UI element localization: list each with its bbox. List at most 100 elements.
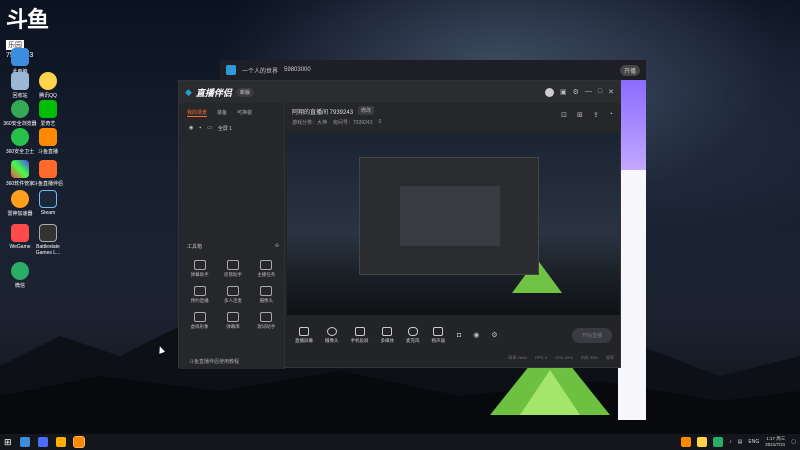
browser-count: 59803000 bbox=[284, 67, 311, 73]
desktop-icon-steam[interactable]: Steam bbox=[30, 190, 66, 216]
wegame-icon bbox=[11, 224, 29, 242]
monitor-icon: ▭ bbox=[207, 125, 212, 131]
toolbox-more-icon[interactable]: ⊝ bbox=[275, 243, 279, 250]
desktop-icon-qq[interactable]: 腾讯QQ bbox=[30, 72, 66, 99]
desktop-icon-douyu-assistant[interactable]: 斗鱼直播伴侣 bbox=[30, 160, 66, 187]
mic-link-icon bbox=[226, 286, 239, 296]
tab-outfits[interactable]: 可换装 bbox=[237, 109, 252, 117]
start-windows-icon[interactable]: ⊞ bbox=[4, 437, 12, 448]
source-label: 扬声器 bbox=[431, 337, 446, 343]
sidebar-tabs: 我的场景 装备 可换装 bbox=[179, 103, 284, 123]
desktop-icon-wechat[interactable]: 微信 bbox=[2, 262, 38, 289]
taskbar-app-folder-icon[interactable] bbox=[55, 437, 66, 447]
shop-icon[interactable]: ⊞ bbox=[577, 111, 583, 119]
network-icon[interactable]: ▤ bbox=[738, 439, 743, 445]
speaker-button[interactable]: 扬声器 bbox=[431, 326, 446, 344]
live-assistant-window: ◆ 直播伴侣 新版 ▣ ⚙ — □ ✕ 我的场景 装备 可换装 ◉ ▪ ▭ 全屏… bbox=[178, 80, 621, 369]
minimize-icon[interactable]: — bbox=[585, 88, 592, 97]
desktop-icon-label: 微信 bbox=[14, 283, 25, 289]
version-pill[interactable]: 新版 bbox=[235, 87, 254, 97]
tool-room-manager[interactable]: 房管助手 bbox=[216, 260, 249, 278]
tutorial-link[interactable]: 斗鱼直播伴侣使用教程 bbox=[189, 358, 239, 365]
settings-gear-icon[interactable]: ⚙ bbox=[491, 331, 497, 339]
tool-multi-mic[interactable]: 多人连麦 bbox=[216, 286, 249, 304]
browser-title: 一个人的世界 bbox=[242, 68, 279, 75]
desktop-icon-label: 爱奇艺 bbox=[40, 121, 56, 127]
browser-badge[interactable]: 开播 bbox=[619, 64, 640, 76]
barrage-icon bbox=[193, 260, 206, 270]
edit-button[interactable]: 修改 bbox=[358, 106, 375, 115]
message-icon[interactable]: ▣ bbox=[560, 88, 567, 97]
taskbar-app-browser-icon[interactable] bbox=[37, 437, 48, 447]
status-framerate: 帧率 bbox=[606, 355, 614, 360]
tool-streamer-tasks[interactable]: 主播任务 bbox=[250, 260, 283, 278]
software-manager-icon bbox=[11, 160, 29, 178]
source-phone-button[interactable]: 手机投屏 bbox=[351, 326, 369, 344]
desktop-icon-computer[interactable]: 此电脑 bbox=[2, 48, 38, 75]
lyrics-icon bbox=[260, 312, 273, 322]
toolbox-grid: 弹幕助手 房管助手 主播任务 预约直播 多人连麦 摄像头 虚拟形象 弹幕库 歌词… bbox=[183, 260, 283, 330]
tool-schedule[interactable]: 预约直播 bbox=[183, 286, 216, 304]
desktop-icon-label: WeGame bbox=[9, 244, 31, 250]
avatar[interactable] bbox=[544, 87, 554, 97]
notification-icon[interactable]: ◔ bbox=[609, 111, 613, 119]
lock-icon[interactable]: ▪ bbox=[199, 125, 201, 132]
tray-wechat-icon[interactable] bbox=[713, 437, 724, 447]
settings-icon[interactable]: ⚙ bbox=[573, 88, 579, 97]
tool-label: 虚拟形象 bbox=[190, 324, 209, 329]
desktop-icon-label: 腾讯QQ bbox=[39, 93, 57, 99]
eye-icon[interactable]: ◉ bbox=[189, 125, 193, 132]
desktop-icon-iqiyi[interactable]: 爱奇艺 bbox=[30, 100, 66, 127]
speaker-icon bbox=[433, 326, 444, 336]
app-logo-icon: ◆ bbox=[185, 86, 192, 97]
scene-sidebar: 我的场景 装备 可换装 ◉ ▪ ▭ 全屏 1 工具箱 ⊝ 弹幕助手 房管助手 主… bbox=[179, 103, 285, 369]
tool-label: 房管助手 bbox=[223, 272, 242, 277]
stream-preview[interactable] bbox=[287, 133, 620, 315]
source-media-button[interactable]: 多媒体 bbox=[381, 326, 394, 344]
tool-barrage-assistant[interactable]: 弹幕助手 bbox=[183, 260, 216, 278]
close-icon[interactable]: ✕ bbox=[608, 88, 614, 97]
desktop-icon-douyu[interactable]: 斗鱼直播 bbox=[30, 128, 66, 155]
battlestate-icon bbox=[39, 224, 57, 242]
gift-icon[interactable]: ⊡ bbox=[561, 111, 567, 119]
tool-lyrics[interactable]: 歌词助手 bbox=[250, 312, 283, 330]
tab-equipment[interactable]: 装备 bbox=[217, 109, 227, 117]
status-bar: 码率 0kb/s FPS: 0 CPU 49% 内存 55% 帧率 bbox=[287, 355, 620, 367]
share-icon[interactable]: ⇪ bbox=[593, 111, 599, 119]
tray-qq-icon[interactable] bbox=[697, 437, 708, 447]
mic-button[interactable]: 麦克风 bbox=[406, 326, 420, 344]
manager-icon bbox=[226, 260, 239, 270]
screen-icon bbox=[299, 326, 309, 336]
notification-center-icon[interactable]: ▢ bbox=[791, 439, 796, 445]
record-icon[interactable]: ◘ bbox=[457, 332, 461, 339]
library-icon bbox=[226, 312, 239, 322]
input-language[interactable]: ENG bbox=[748, 439, 759, 445]
home-icon[interactable] bbox=[226, 65, 236, 75]
toolbox-title: 工具箱 bbox=[187, 244, 203, 250]
start-live-button[interactable]: 开始直播 bbox=[571, 327, 612, 343]
tool-camera[interactable]: 摄像头 bbox=[250, 286, 283, 304]
clock[interactable]: 1:17 周三 2021/7/21 bbox=[765, 436, 785, 448]
desktop-icon-label: Steam bbox=[40, 210, 56, 216]
source-screen-button[interactable]: 直播屏幕 bbox=[295, 326, 313, 344]
room-number: 房间号：7939243 bbox=[333, 120, 373, 126]
toolbox-header: 工具箱 ⊝ bbox=[187, 243, 279, 250]
preview-eye-icon[interactable]: ◉ bbox=[473, 331, 479, 339]
status-cpu: CPU 49% bbox=[555, 355, 573, 360]
tray-douyu-icon[interactable] bbox=[681, 437, 692, 447]
tab-my-scenes[interactable]: 我的场景 bbox=[187, 109, 208, 117]
volume-icon[interactable]: ♪ bbox=[729, 439, 732, 445]
desktop-icon-battlestate[interactable]: Battlestate Games L... bbox=[30, 224, 66, 256]
source-camera-button[interactable]: 摄像头 bbox=[325, 326, 339, 344]
app-brand: 直播伴侣 bbox=[195, 87, 232, 98]
taskbar-app-douyu-icon[interactable] bbox=[72, 436, 85, 448]
maximize-icon[interactable]: □ bbox=[598, 88, 602, 97]
taskbar-app-people-icon[interactable] bbox=[19, 437, 30, 447]
tool-barrage-library[interactable]: 弹幕库 bbox=[216, 312, 249, 330]
status-memory: 内存 55% bbox=[580, 355, 598, 360]
scene-item[interactable]: ◉ ▪ ▭ 全屏 1 bbox=[179, 123, 284, 134]
bottom-toolbar: 直播屏幕 摄像头 手机投屏 多媒体 麦克风 扬声器 ◘ ◉ ⚙ 开始直播 bbox=[287, 317, 620, 353]
tool-avatar[interactable]: 虚拟形象 bbox=[183, 312, 216, 330]
nested-preview-window bbox=[359, 157, 539, 275]
room-category[interactable]: 游戏分类：大神 bbox=[292, 119, 327, 126]
